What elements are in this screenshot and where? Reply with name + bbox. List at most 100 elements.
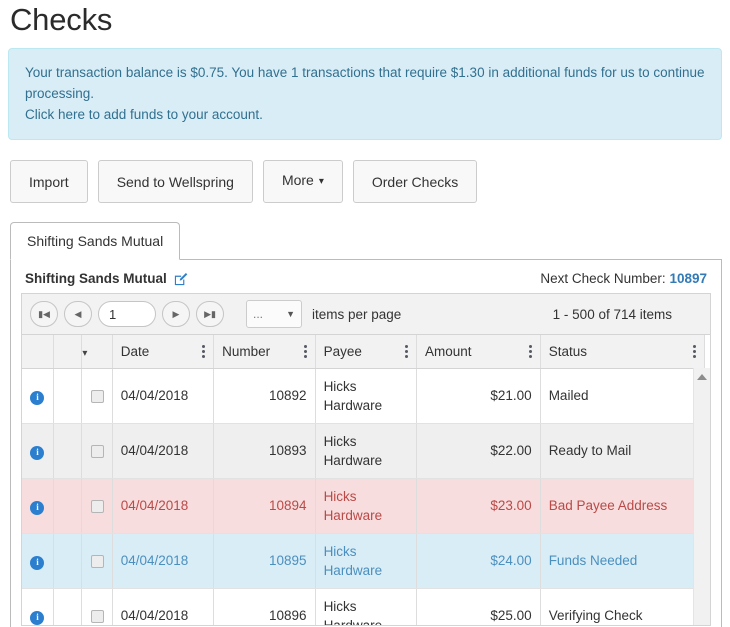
more-button[interactable]: More ▾ bbox=[262, 160, 343, 203]
row-blank-cell bbox=[53, 478, 83, 534]
table-body: i 04/04/2018 10892 Hicks Hardware $21.00 Mail… bbox=[22, 368, 706, 625]
row-info-cell: i bbox=[22, 588, 54, 625]
cell-payee: Hicks Hardware bbox=[315, 478, 417, 534]
row-select-cell bbox=[81, 368, 113, 424]
column-menu-icon[interactable] bbox=[687, 344, 696, 358]
edit-pencil-icon[interactable] bbox=[174, 272, 188, 286]
cell-number: 10894 bbox=[213, 478, 316, 534]
col-status-label: Status bbox=[548, 343, 587, 359]
row-select-cell bbox=[81, 423, 113, 479]
scroll-up-arrow-icon[interactable] bbox=[697, 374, 707, 380]
col-select-all[interactable]: ▾ bbox=[81, 335, 113, 369]
table-row[interactable]: i 04/04/2018 10895 Hicks Hardware $24.00 Fund… bbox=[22, 533, 706, 589]
cell-status: Funds Needed bbox=[540, 533, 706, 589]
cell-status: Ready to Mail bbox=[540, 423, 706, 479]
info-icon[interactable]: i bbox=[30, 445, 45, 460]
row-info-cell: i bbox=[22, 478, 54, 534]
grid-title-text: Shifting Sands Mutual bbox=[25, 271, 167, 286]
checks-table: ▾ Date Number Payee Amount Status i 04/0… bbox=[22, 335, 706, 625]
cell-number: 10895 bbox=[213, 533, 316, 589]
header-row: ▾ Date Number Payee Amount Status bbox=[22, 335, 706, 369]
row-checkbox[interactable] bbox=[90, 444, 104, 458]
col-payee[interactable]: Payee bbox=[315, 335, 417, 369]
col-blank bbox=[53, 335, 83, 369]
table-row[interactable]: i 04/04/2018 10894 Hicks Hardware $23.00 Bad … bbox=[22, 478, 706, 534]
cell-amount: $24.00 bbox=[416, 533, 541, 589]
grid-title-row: Shifting Sands Mutual Next Check Number:… bbox=[21, 271, 711, 293]
table-row[interactable]: i 04/04/2018 10893 Hicks Hardware $22.00 Read… bbox=[22, 423, 706, 479]
first-page-button[interactable]: ▮◀ bbox=[30, 301, 58, 327]
cell-payee: Hicks Hardware bbox=[315, 588, 417, 625]
tab-panel: Shifting Sands Mutual Next Check Number:… bbox=[10, 259, 722, 627]
next-check-number-display: Next Check Number: 10897 bbox=[540, 271, 707, 286]
cell-status: Bad Payee Address bbox=[540, 478, 706, 534]
col-number-label: Number bbox=[222, 343, 271, 359]
row-info-cell: i bbox=[22, 533, 54, 589]
col-status[interactable]: Status bbox=[540, 335, 706, 369]
cell-date: 04/04/2018 bbox=[112, 368, 215, 424]
row-checkbox[interactable] bbox=[90, 609, 104, 623]
table-row[interactable]: i 04/04/2018 10896 Hicks Hardware $25.00 Veri… bbox=[22, 588, 706, 625]
send-to-wellspring-button[interactable]: Send to Wellspring bbox=[97, 160, 253, 203]
column-menu-icon[interactable] bbox=[399, 344, 408, 358]
page-size-select[interactable]: ... ▼ bbox=[246, 300, 302, 328]
checks-page: Checks Your transaction balance is $0.75… bbox=[0, 0, 730, 627]
col-amount-label: Amount bbox=[424, 343, 472, 359]
row-checkbox[interactable] bbox=[90, 499, 104, 513]
chevron-down-icon[interactable]: ▾ bbox=[82, 348, 87, 359]
cell-amount: $25.00 bbox=[416, 588, 541, 625]
row-blank-cell bbox=[53, 588, 83, 625]
info-icon[interactable]: i bbox=[30, 555, 45, 570]
cell-date: 04/04/2018 bbox=[112, 588, 215, 625]
page-size-value: ... bbox=[253, 307, 264, 321]
cell-number: 10893 bbox=[213, 423, 316, 479]
cell-payee: Hicks Hardware bbox=[315, 533, 417, 589]
cell-date: 04/04/2018 bbox=[112, 533, 215, 589]
info-icon[interactable]: i bbox=[30, 390, 45, 405]
cell-status: Verifying Check bbox=[540, 588, 706, 625]
cell-date: 04/04/2018 bbox=[112, 478, 215, 534]
col-date-label: Date bbox=[120, 343, 150, 359]
next-page-button[interactable]: ▶ bbox=[162, 301, 190, 327]
prev-page-button[interactable]: ◀ bbox=[64, 301, 92, 327]
column-menu-icon[interactable] bbox=[298, 344, 307, 358]
grid-pager: ▮◀ ◀ ▶ ▶▮ ... ▼ items per page 1 - 500 o… bbox=[21, 293, 711, 334]
pager-buttons: ▮◀ ◀ ▶ ▶▮ bbox=[30, 301, 224, 327]
row-info-cell: i bbox=[22, 423, 54, 479]
page-number-input[interactable] bbox=[98, 301, 156, 327]
info-icon[interactable]: i bbox=[30, 500, 45, 515]
col-number[interactable]: Number bbox=[213, 335, 316, 369]
col-date[interactable]: Date bbox=[112, 335, 215, 369]
add-funds-link[interactable]: Click here to add funds to your account. bbox=[25, 104, 705, 125]
import-button[interactable]: Import bbox=[10, 160, 88, 203]
column-menu-icon[interactable] bbox=[523, 344, 532, 358]
row-checkbox[interactable] bbox=[90, 389, 104, 403]
item-range-label: 1 - 500 of 714 items bbox=[552, 306, 672, 322]
info-icon[interactable]: i bbox=[30, 610, 45, 625]
chevron-down-icon: ▼ bbox=[286, 309, 295, 319]
row-blank-cell bbox=[53, 368, 83, 424]
cell-amount: $21.00 bbox=[416, 368, 541, 424]
tab-shifting-sands-mutual[interactable]: Shifting Sands Mutual bbox=[10, 222, 181, 260]
checks-grid: ▾ Date Number Payee Amount Status i 04/0… bbox=[21, 334, 711, 626]
grid-title: Shifting Sands Mutual bbox=[25, 271, 188, 286]
balance-alert: Your transaction balance is $0.75. You h… bbox=[8, 48, 722, 140]
cell-status: Mailed bbox=[540, 368, 706, 424]
items-per-page-label: items per page bbox=[312, 306, 402, 322]
vertical-scrollbar[interactable] bbox=[693, 368, 710, 625]
column-menu-icon[interactable] bbox=[196, 344, 206, 358]
more-label: More bbox=[281, 172, 314, 188]
row-checkbox[interactable] bbox=[90, 554, 104, 568]
next-check-value: 10897 bbox=[669, 271, 707, 286]
col-amount[interactable]: Amount bbox=[416, 335, 541, 369]
order-checks-button[interactable]: Order Checks bbox=[352, 160, 478, 203]
cell-payee: Hicks Hardware bbox=[315, 423, 417, 479]
col-info bbox=[22, 335, 54, 369]
table-row[interactable]: i 04/04/2018 10892 Hicks Hardware $21.00 Mail… bbox=[22, 368, 706, 424]
row-info-cell: i bbox=[22, 368, 54, 424]
tab-headers: Shifting Sands Mutual bbox=[10, 222, 722, 260]
row-blank-cell bbox=[53, 423, 83, 479]
page-title: Checks bbox=[10, 2, 113, 37]
last-page-button[interactable]: ▶▮ bbox=[196, 301, 224, 327]
table-head: ▾ Date Number Payee Amount Status bbox=[22, 335, 706, 369]
